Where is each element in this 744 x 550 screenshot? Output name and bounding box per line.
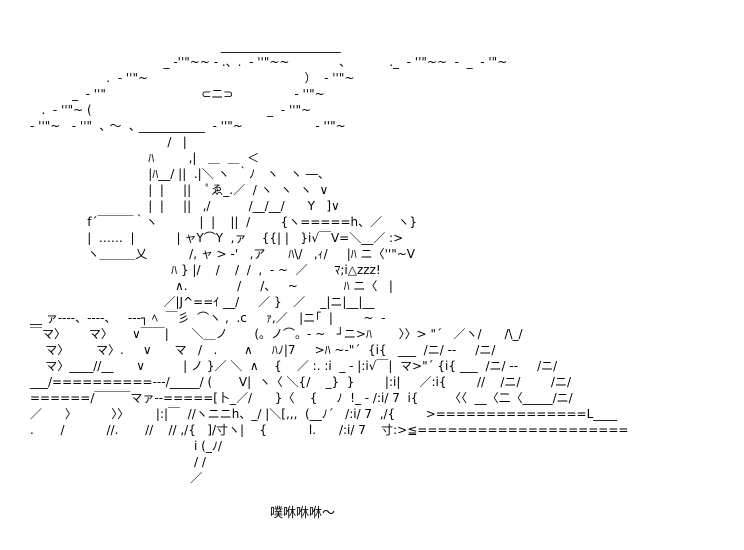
art-line: | | || ,/ /__/__/ Y ]∨	[30, 199, 340, 213]
art-line: ／	[30, 471, 203, 485]
art-line: ﾊ } |/ / / / , ‐ ~ ／ ﾏ;i△zzz!	[30, 263, 381, 277]
art-line: | …… | | ャY⌒Y ,ァ {{| | }i√￣V=＼__／ :>	[30, 231, 404, 245]
art-line: ‐ ''"~ ‐ ''" ､ ～ ､ ___________ ‐ ''"~ ‐ …	[30, 119, 346, 133]
art-line: . ‐ ''"~ ） ‐ ''"~	[30, 71, 355, 85]
ascii-art-canvas: ____________________ _ ‐''"~~ ‐ .、. ‐ ''…	[0, 0, 744, 550]
art-line: ∧. / /、 ~ ﾊ ニ〈 |	[30, 279, 393, 293]
art-line: ／ 〉 〉〉 |:|￣ //ヽニニh、_/ |＼[,,, (__ﾉ´ /:i/ …	[30, 407, 618, 421]
art-line: |ﾊ__/ || .|＼ ヽ ｀ﾉ ヽ ヽ ―、	[30, 167, 330, 181]
art-line: / /	[30, 455, 206, 469]
art-line: . ‐ ''"~ ( _ ‐ ''"~	[30, 103, 312, 117]
art-line: _ ‐''"~~ ‐ .、. ‐ ''"~~ 、 ._ ‐ ''"~~ ‐ _ …	[30, 55, 508, 69]
art-line: / |	[30, 135, 187, 149]
art-line: ﾊ ,| ＿ ＿ ＜	[30, 151, 260, 165]
art-line: _ ‐ ''" ⊂ニ⊃ ‐ ''"~	[30, 87, 325, 101]
art-line: ／|J^==ｲ __/ ／ } ／ _|ニ|__|__	[30, 295, 375, 309]
art-line: ____________________	[30, 39, 360, 53]
art-line: . / //. // // ,/{ ]/寸ヽ| { l. /:i/ 7 寸:>≦…	[30, 423, 629, 437]
art-line: i (_ﾉ/	[30, 439, 222, 453]
art-line: マ〉____//__ ∨ | ノ }／ ＼ ∧ { ／ :. :i _ ‐ |:…	[30, 359, 558, 373]
art-line: ヽ＿＿＿乂 /, ャ > ‐' ,ア ﾊ\/ ,ｨ/ |ﾊ ニ〈''"~V	[30, 247, 416, 261]
art-line: ￣マ〉 マ〉 ∨￣￣| ＼＿ノ (。ノ⌒。- ~ ┘ニ>ﾊ 〉〉> "´ ／ヽ/…	[30, 327, 523, 341]
art-line: | | || ﾟゑ_.／ / ヽ ヽ ヽ ∨	[30, 183, 329, 197]
art-line: マ〉 マ〉. ∨ マ / . ∧ ﾊﾉ|7 >ﾊ ~‐"´ {i{ ___ /ニ…	[30, 343, 496, 357]
caption-text: 噗咻咻咻～	[270, 506, 336, 521]
art-line: f´￣￣￣｀ヽ | | || / {ヽ=====h、／ ヽ}	[30, 215, 418, 229]
art-line: ___/==========‐‐‐/_____/ ( V| ヽ〈 ＼{/ _} …	[30, 375, 572, 389]
art-line: ======/￣￣￣マァ‐‐=====[卜_／/ }〈 { ﾉ !_ ‐ /:i…	[30, 391, 573, 405]
art-line: __ ァ‐‐‐‐、‐‐‐‐、 ‐‐‐┐ ﾍ ￣彡 ⌒ヽ , .c ｧ,／ |ニ｢…	[30, 311, 386, 325]
